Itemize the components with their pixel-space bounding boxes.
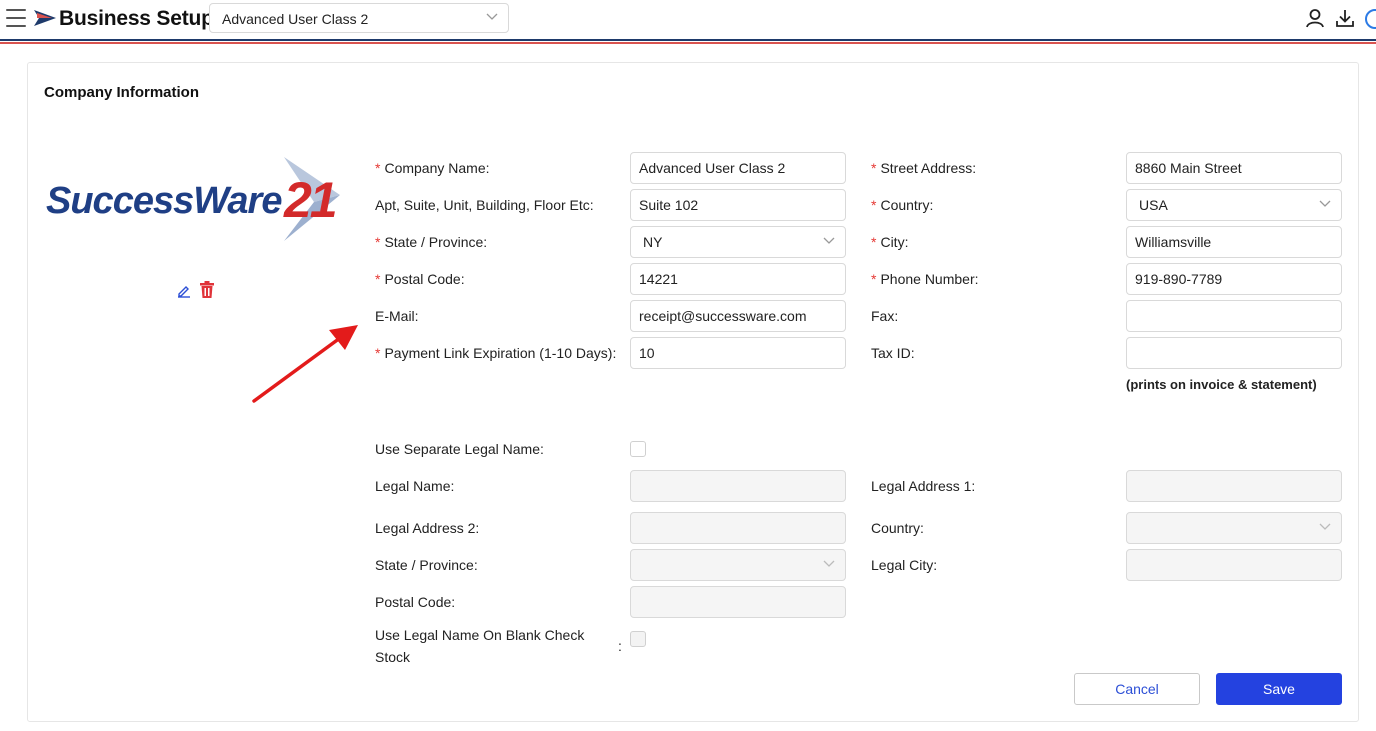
edit-icon[interactable]	[177, 284, 191, 298]
use-legal-name-on-check-checkbox[interactable]	[630, 631, 646, 647]
city-input[interactable]: Williamsville	[1126, 226, 1342, 258]
menu-icon[interactable]	[6, 9, 26, 27]
legal-address-1-input[interactable]	[1126, 470, 1342, 502]
cancel-button[interactable]: Cancel	[1074, 673, 1200, 705]
header-divider-blue	[0, 39, 1376, 41]
logo-text: SuccessWare	[46, 180, 282, 222]
state-province-select[interactable]: NY	[630, 226, 846, 258]
country-value: USA	[1139, 197, 1168, 213]
card-title: Company Information	[44, 84, 200, 101]
company-logo: SuccessWare 21	[46, 157, 340, 241]
legal-state-province-select[interactable]	[630, 549, 846, 581]
page-title: Business Setup	[59, 7, 214, 30]
email-input[interactable]: receipt@successware.com	[630, 300, 846, 332]
tax-id-label: Tax ID:	[871, 345, 915, 361]
annotation-arrow-icon	[252, 325, 358, 403]
chevron-down-icon	[486, 13, 498, 20]
brand-flag-icon	[34, 10, 56, 26]
phone-number-input[interactable]: 919-890-7789	[1126, 263, 1342, 295]
state-province-value: NY	[643, 234, 663, 250]
email-label: E-Mail:	[375, 308, 419, 324]
legal-city-label: Legal City:	[871, 557, 938, 573]
legal-name-label: Legal Name:	[375, 478, 455, 494]
use-separate-legal-name-label: Use Separate Legal Name:	[375, 441, 544, 457]
legal-address-2-input[interactable]	[630, 512, 846, 544]
country-select[interactable]: USA	[1126, 189, 1342, 221]
top-header: Business Setup Advanced User Class 2	[0, 0, 1376, 38]
postal-code-label: * Postal Code:	[375, 271, 465, 287]
delete-icon[interactable]	[199, 281, 215, 299]
fax-input[interactable]	[1126, 300, 1342, 332]
legal-state-province-label: State / Province:	[375, 557, 478, 573]
legal-address-2-label: Legal Address 2:	[375, 520, 480, 536]
tax-id-hint: (prints on invoice & statement)	[1126, 377, 1317, 392]
legal-name-input[interactable]	[630, 470, 846, 502]
tax-id-input[interactable]	[1126, 337, 1342, 369]
use-separate-legal-name-checkbox[interactable]	[630, 441, 646, 457]
business-selector[interactable]: Advanced User Class 2	[209, 3, 509, 33]
chevron-down-icon	[823, 560, 835, 567]
city-label: * City:	[871, 234, 909, 250]
apt-suite-input[interactable]: Suite 102	[630, 189, 846, 221]
business-selector-value: Advanced User Class 2	[222, 11, 369, 27]
apt-suite-label: Apt, Suite, Unit, Building, Floor Etc:	[375, 197, 594, 213]
chevron-down-icon	[1319, 523, 1331, 530]
legal-address-1-label: Legal Address 1:	[871, 478, 976, 494]
payment-link-expiration-input[interactable]: 10	[630, 337, 846, 369]
country-label: * Country:	[871, 197, 934, 213]
legal-country-label: Country:	[871, 520, 924, 536]
state-province-label: * State / Province:	[375, 234, 488, 250]
use-legal-name-on-check-label: Use Legal Name On Blank Check Stock	[375, 627, 585, 665]
label-colon: :	[618, 638, 622, 654]
help-icon[interactable]	[1364, 8, 1376, 30]
payment-link-expiration-label: * Payment Link Expiration (1-10 Days):	[375, 345, 617, 361]
user-icon[interactable]	[1305, 8, 1325, 28]
street-address-input[interactable]: 8860 Main Street	[1126, 152, 1342, 184]
company-name-input[interactable]: Advanced User Class 2	[630, 152, 846, 184]
postal-code-input[interactable]: 14221	[630, 263, 846, 295]
chevron-down-icon	[823, 237, 835, 244]
phone-number-label: * Phone Number:	[871, 271, 979, 287]
header-divider-red	[0, 42, 1376, 44]
logo-number: 21	[283, 172, 336, 228]
legal-postal-code-input[interactable]	[630, 586, 846, 618]
street-address-label: * Street Address:	[871, 160, 977, 176]
chevron-down-icon	[1319, 200, 1331, 207]
save-button[interactable]: Save	[1216, 673, 1342, 705]
fax-label: Fax:	[871, 308, 899, 324]
company-name-label: * Company Name:	[375, 160, 490, 176]
legal-postal-code-label: Postal Code:	[375, 594, 456, 610]
legal-country-select[interactable]	[1126, 512, 1342, 544]
download-icon[interactable]	[1335, 8, 1355, 28]
legal-city-input[interactable]	[1126, 549, 1342, 581]
